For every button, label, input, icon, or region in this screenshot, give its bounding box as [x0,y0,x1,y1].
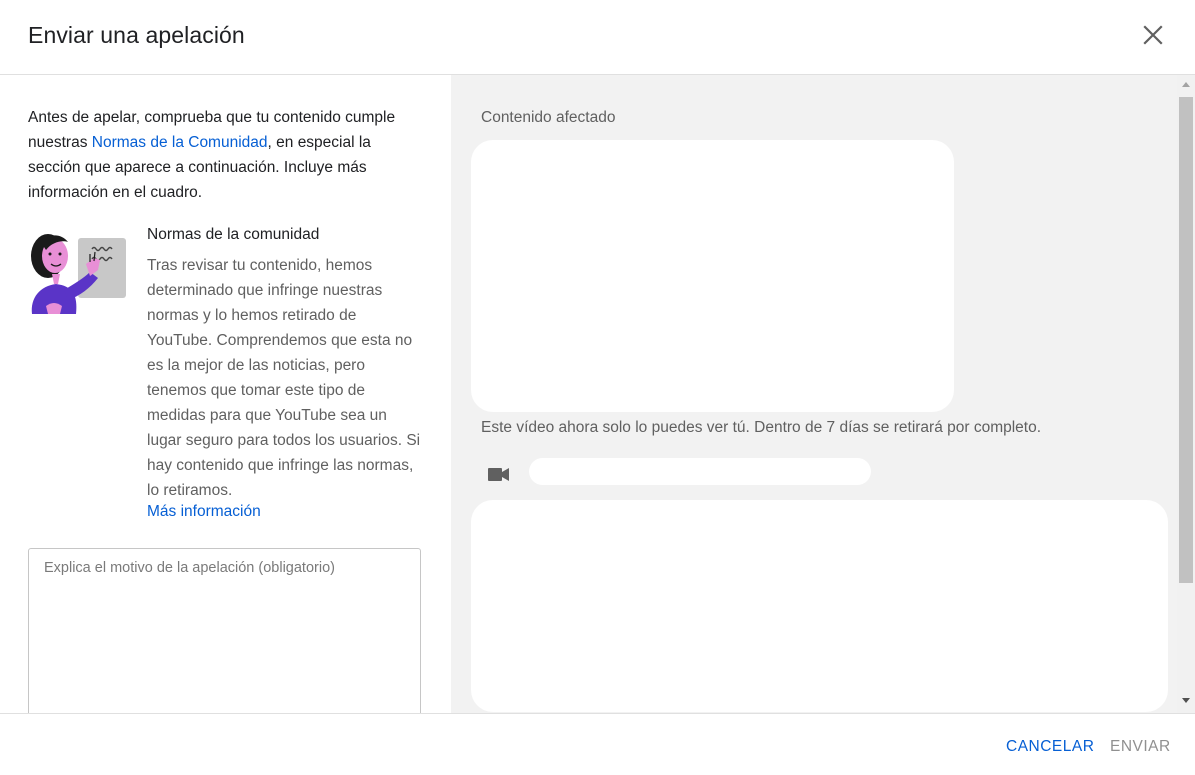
appeal-form-panel: Antes de apelar, comprueba que tu conten… [0,75,451,713]
scrollbar-thumb[interactable] [1179,97,1193,583]
guidelines-illustration [31,234,126,314]
video-camera-icon [488,468,509,481]
video-title-placeholder [529,458,871,485]
video-details-card [471,500,1168,712]
guideline-title: Normas de la comunidad [147,226,320,243]
close-icon [1143,25,1163,45]
panel-scrollbar[interactable] [1177,75,1195,713]
send-button[interactable]: ENVIAR [1110,738,1171,756]
dialog-header: Enviar una apelación [0,0,1195,75]
appeal-dialog: Enviar una apelación Antes de apelar, co… [0,0,1195,775]
scroll-down-arrow-icon[interactable] [1182,698,1190,703]
video-status-text: Este vídeo ahora solo lo puedes ver tú. … [481,419,1042,436]
video-thumbnail [471,140,954,412]
more-info-link[interactable]: Más información [147,503,261,521]
dialog-footer: CANCELAR ENVIAR [0,713,1195,775]
scroll-up-arrow-icon[interactable] [1182,82,1190,87]
community-guidelines-link[interactable]: Normas de la Comunidad [92,134,268,151]
affected-content-label: Contenido afectado [481,109,616,126]
appeal-reason-input[interactable] [29,549,420,713]
appeal-reason-box [28,548,421,713]
affected-content-panel: Contenido afectado Este vídeo ahora solo… [451,75,1195,713]
guideline-description: Tras revisar tu contenido, hemos determi… [147,257,421,499]
dialog-title: Enviar una apelación [28,22,245,48]
cancel-button[interactable]: CANCELAR [1006,738,1094,756]
close-button[interactable] [1138,20,1168,50]
intro-text: Antes de apelar, comprueba que tu conten… [28,105,423,205]
